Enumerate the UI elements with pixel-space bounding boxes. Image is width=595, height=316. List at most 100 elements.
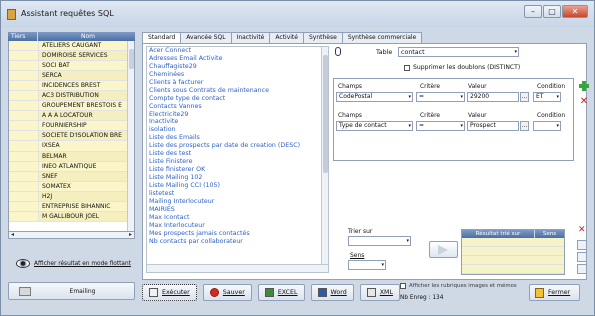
list-item[interactable]: Clients sous Contrats de maintenance	[147, 87, 328, 95]
table-row[interactable]: INEO ATLANTIQUE	[9, 161, 134, 172]
move-bottom-icon[interactable]	[577, 264, 587, 274]
close-window-button[interactable]: Fermer	[529, 284, 580, 301]
trier-sur-select[interactable]: ▾	[348, 236, 411, 246]
list-item[interactable]: Compte type de contact	[147, 95, 328, 103]
table-select[interactable]: contact ▾	[398, 47, 519, 57]
condition-select[interactable]: ET ▾	[533, 92, 561, 102]
table-row[interactable]: BELMAR	[9, 151, 134, 162]
table-row[interactable]: INCIDENCES BREST	[9, 81, 134, 92]
list-item[interactable]: Liste des Emails	[147, 134, 328, 142]
minimize-button[interactable]: –	[524, 5, 542, 18]
table-row[interactable]: A A A LOCATOUR	[9, 111, 134, 122]
execute-button[interactable]: Exécuter	[142, 284, 197, 301]
tab-synthese[interactable]: Synthèse	[302, 32, 343, 43]
table-row[interactable]	[462, 238, 564, 247]
word-button[interactable]: Word	[310, 284, 354, 301]
table-row[interactable]: GROUPEMENT BRESTOIS E	[9, 101, 134, 112]
list-item[interactable]: isolation	[147, 126, 328, 134]
tab-avancee-sql[interactable]: Avancée SQL	[180, 32, 232, 43]
critere-select[interactable]: = ▾	[416, 121, 465, 131]
add-sort-button[interactable]	[429, 241, 458, 258]
maximize-button[interactable]: □	[543, 5, 561, 18]
table-row[interactable]: IXSEA	[9, 141, 134, 152]
list-item[interactable]: Electricite29	[147, 111, 328, 119]
critere-select[interactable]: = ▾	[416, 92, 465, 102]
table-row[interactable]: SOCI BAT	[9, 61, 134, 72]
query-list-horizontal-scrollbar[interactable]	[147, 264, 328, 272]
list-item[interactable]: Contacts Vannes	[147, 103, 328, 111]
list-item[interactable]: Liste Mailing 102	[147, 174, 328, 182]
list-item[interactable]: Clients à facturer	[147, 79, 328, 87]
delete-sort-icon[interactable]: ✕	[578, 225, 586, 235]
table-row[interactable]: ENTREPRISE BIHANNIC	[9, 201, 134, 212]
table-row[interactable]: H2J	[9, 191, 134, 202]
list-item[interactable]: Max Icontact	[147, 214, 328, 222]
scroll-thumb[interactable]	[323, 55, 328, 173]
tab-synthese-commerciale[interactable]: Synthèse commerciale	[341, 32, 423, 43]
scroll-left-icon[interactable]: ◂	[11, 232, 14, 238]
show-images-option[interactable]: Afficher les rubriques images et mémos	[400, 283, 522, 289]
table-row[interactable]	[462, 256, 564, 265]
list-item[interactable]: MAIRIES	[147, 206, 328, 214]
list-item[interactable]: Mailing Interlocuteur	[147, 198, 328, 206]
chevron-down-icon[interactable]: ▾	[406, 238, 409, 245]
show-images-checkbox[interactable]	[400, 283, 406, 289]
scroll-thumb[interactable]	[129, 49, 134, 69]
table-row[interactable]: M GALLIBOUR JOEL	[9, 211, 134, 222]
floating-mode-option[interactable]: Afficher résultat en mode flottant	[8, 252, 135, 275]
nom-column-header[interactable]: Nom	[38, 32, 135, 41]
move-down-icon[interactable]	[577, 252, 587, 262]
list-item[interactable]: Inactivite	[147, 118, 328, 126]
champ-select[interactable]: Type de contact ▾	[336, 121, 413, 131]
chevron-down-icon[interactable]: ▾	[556, 123, 559, 130]
valeur-input[interactable]: Prospect	[467, 121, 519, 131]
tiers-column-header[interactable]: Tiers	[8, 32, 38, 41]
chevron-down-icon[interactable]: ▾	[408, 94, 411, 101]
distinct-option[interactable]: Supprimer les doublons (DISTINCT)	[404, 64, 520, 71]
close-button[interactable]: ✕	[562, 5, 588, 18]
emailing-button[interactable]: Emailing	[8, 282, 135, 300]
floating-mode-label[interactable]: Afficher résultat en mode flottant	[34, 261, 131, 267]
list-item[interactable]: Adresses Email Activite	[147, 55, 328, 63]
save-button[interactable]: Sauver	[202, 284, 252, 301]
list-item[interactable]: Liste des test	[147, 150, 328, 158]
table-row[interactable]: DOMIROISE SERVICES	[9, 51, 134, 62]
chevron-down-icon[interactable]: ▾	[408, 123, 411, 130]
table-row[interactable]: ATELIERS CAUGANT	[9, 41, 134, 52]
table-row[interactable]: AC3 DISTRIBUTION	[9, 91, 134, 102]
sens-select[interactable]: ▾	[348, 260, 386, 270]
list-item[interactable]: Liste finisterer OK	[147, 166, 328, 174]
distinct-checkbox[interactable]	[404, 64, 410, 71]
list-item[interactable]: Cheminées	[147, 71, 328, 79]
tiers-horizontal-scrollbar[interactable]: ◂ ▸	[8, 232, 135, 239]
table-row[interactable]: SERCA	[9, 71, 134, 82]
move-up-icon[interactable]	[577, 240, 587, 250]
chevron-down-icon[interactable]: ▾	[556, 94, 559, 101]
list-item[interactable]: Nb contacts par collaborateur	[147, 238, 328, 246]
chevron-down-icon[interactable]: ▾	[460, 94, 463, 101]
tab-inactivite[interactable]: Inactivité	[230, 32, 271, 43]
delete-criteria-icon[interactable]: ✕	[579, 97, 589, 107]
valeur-browse-button[interactable]: ...	[520, 121, 529, 131]
chevron-down-icon[interactable]: ▾	[514, 49, 517, 56]
xml-button[interactable]: XML	[359, 284, 400, 301]
list-item[interactable]: Liste Mailing CCI (105)	[147, 182, 328, 190]
condition-select[interactable]: ▾	[533, 121, 561, 131]
list-item[interactable]: listetest	[147, 190, 328, 198]
query-list-vertical-scrollbar[interactable]	[321, 47, 328, 264]
table-row[interactable]	[462, 247, 564, 256]
table-row[interactable]: SNEF	[9, 171, 134, 182]
table-row[interactable]: FOURNIERSHIP	[9, 121, 134, 132]
add-criteria-icon[interactable]	[579, 81, 589, 91]
excel-button[interactable]: EXCEL	[257, 284, 305, 301]
tiers-vertical-scrollbar[interactable]	[127, 41, 134, 231]
list-item[interactable]: Liste Finistere	[147, 158, 328, 166]
list-item[interactable]: Acer Connect	[147, 47, 328, 55]
table-row[interactable]: SOCIETE D'ISOLATION BRE	[9, 131, 134, 142]
chevron-down-icon[interactable]: ▾	[460, 123, 463, 130]
list-item[interactable]: Max Interlocuteur	[147, 222, 328, 230]
tab-activite[interactable]: Activité	[269, 32, 304, 43]
chevron-down-icon[interactable]: ▾	[381, 262, 384, 269]
scroll-right-icon[interactable]: ▸	[129, 232, 132, 238]
valeur-browse-button[interactable]: ...	[520, 92, 529, 102]
